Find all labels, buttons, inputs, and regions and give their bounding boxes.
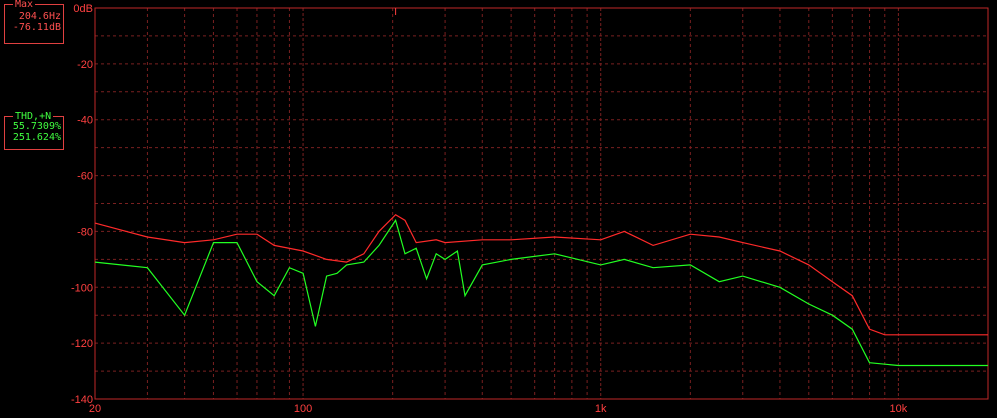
y-tick-label: -100 [71, 282, 93, 294]
spectrum-chart: 0dB-20-40-60-80-100-120-14020 100 1k 10k [71, 3, 989, 415]
thd-readout-panel: THD,+N 55.7309% 251.624% [4, 111, 64, 150]
thd-value-2: 251.624% [12, 132, 61, 143]
y-tick-label: -120 [71, 338, 93, 350]
x-tick-label: 1k [595, 403, 607, 415]
tick-labels: 0dB-20-40-60-80-100-120-14020 100 1k 10k [71, 3, 908, 415]
x-tick-label: 10k [890, 403, 908, 415]
green-trace [94, 218, 988, 367]
max-frequency-value: 204.6Hz [18, 11, 61, 22]
max-level-value: -76.11dB [12, 22, 61, 33]
max-readout-panel: Max 204.6Hz -76.11dB [4, 0, 64, 44]
y-tick-label: -80 [77, 226, 93, 238]
x-tick-label: 100 [294, 403, 312, 415]
y-tick-label: -60 [77, 171, 93, 183]
red-trace [94, 213, 988, 336]
max-panel-title: Max [13, 0, 36, 10]
y-tick-label: 0dB [73, 3, 93, 15]
thd-value-1: 55.7309% [12, 121, 61, 132]
y-tick-label: -20 [77, 59, 93, 71]
thd-panel-title: THD,+N [13, 111, 54, 122]
grid-lines [95, 8, 988, 399]
y-tick-label: -40 [77, 115, 93, 127]
x-tick-label: 20 [89, 403, 101, 415]
